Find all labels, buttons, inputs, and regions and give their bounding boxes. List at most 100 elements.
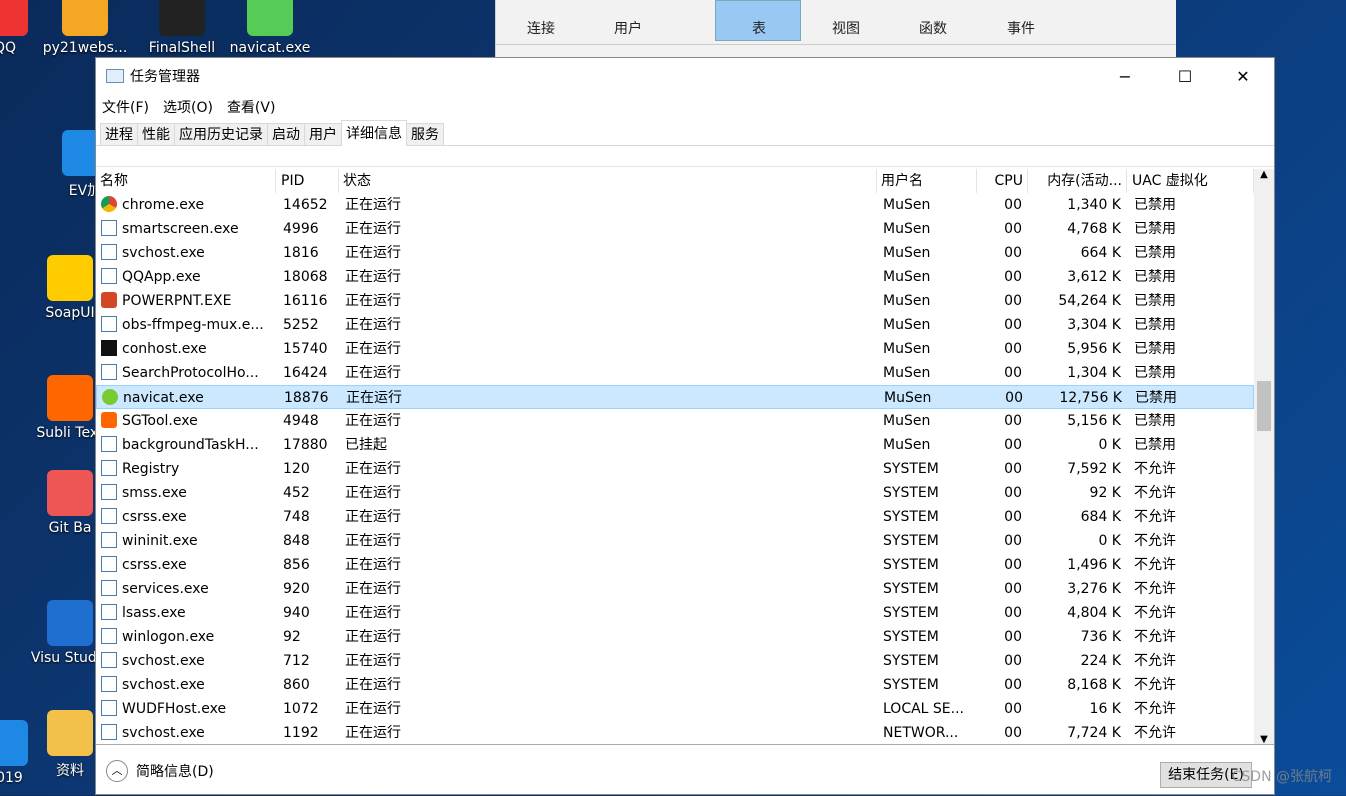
cell-text: 1192 (283, 725, 319, 741)
cell: 正在运行 (345, 241, 883, 265)
scrollbar-thumb[interactable] (1257, 381, 1271, 431)
menu-item[interactable]: 选项(O) (163, 97, 213, 117)
cell-text: 00 (1004, 365, 1022, 381)
table-row[interactable]: WUDFHost.exe 1072 正在运行 LOCAL SE... 00 16 K 不允许 (96, 697, 1254, 721)
cell: 正在运行 (345, 553, 883, 577)
desktop-icon-label: py21webs... (42, 40, 128, 56)
cell-text: 00 (1004, 509, 1022, 525)
cell: 224 K (1029, 649, 1127, 673)
cell-text: 00 (1004, 293, 1022, 309)
cell-text: 正在运行 (345, 605, 401, 621)
column-header[interactable]: 用户名 (877, 169, 977, 193)
table-row[interactable]: smss.exe 452 正在运行 SYSTEM 00 92 K 不允许 (96, 481, 1254, 505)
cell-text: 正在运行 (345, 461, 401, 477)
cell: SYSTEM (883, 481, 983, 505)
cell: 正在运行 (345, 265, 883, 289)
column-header[interactable]: 名称 (96, 169, 276, 193)
cell: 16 K (1029, 697, 1127, 721)
table-row[interactable]: SGTool.exe 4948 正在运行 MuSen 00 5,156 K 已禁用 (96, 409, 1254, 433)
table-row[interactable]: wininit.exe 848 正在运行 SYSTEM 00 0 K 不允许 (96, 529, 1254, 553)
cell: 正在运行 (345, 313, 883, 337)
cell: 1192 (283, 721, 345, 745)
table-row[interactable]: services.exe 920 正在运行 SYSTEM 00 3,276 K 不允许 (96, 577, 1254, 601)
vertical-scrollbar[interactable]: ▲ ▼ (1254, 169, 1274, 745)
close-button[interactable]: ✕ (1214, 58, 1272, 94)
cell: SYSTEM (883, 505, 983, 529)
desktop-icon[interactable]: FinalShell (137, 0, 227, 56)
desktop-icon[interactable]: 2019 (0, 720, 50, 786)
table-row[interactable]: navicat.exe 18876 正在运行 MuSen 00 12,756 K 已禁用 (96, 385, 1254, 409)
tab[interactable]: 用户 (304, 123, 342, 145)
table-row[interactable]: QQApp.exe 18068 正在运行 MuSen 00 3,612 K 已禁用 (96, 265, 1254, 289)
cell: 16424 (283, 361, 345, 385)
table-row[interactable]: csrss.exe 856 正在运行 SYSTEM 00 1,496 K 不允许 (96, 553, 1254, 577)
cell: 不允许 (1134, 697, 1260, 721)
cell-text: 3,304 K (1067, 317, 1121, 333)
window-title: 任务管理器 (130, 69, 200, 85)
cell: 12,756 K (1030, 386, 1128, 410)
cell-text: 正在运行 (345, 221, 401, 237)
cell-text: 0 K (1098, 437, 1121, 453)
column-header[interactable]: 内存(活动... (1029, 169, 1127, 193)
cell: 1072 (283, 697, 345, 721)
menu-item[interactable]: 文件(F) (102, 97, 149, 117)
cell-text: 不允许 (1134, 725, 1176, 741)
column-header[interactable]: 状态 (339, 169, 877, 193)
tab[interactable]: 启动 (267, 123, 305, 145)
cell-text: 不允许 (1134, 605, 1176, 621)
cell-text: 120 (283, 461, 310, 477)
tab[interactable]: 性能 (137, 123, 175, 145)
cell: 1816 (283, 241, 345, 265)
table-row[interactable]: svchost.exe 1816 正在运行 MuSen 00 664 K 已禁用 (96, 241, 1254, 265)
table-row[interactable]: csrss.exe 748 正在运行 SYSTEM 00 684 K 不允许 (96, 505, 1254, 529)
cell-text: 848 (283, 533, 310, 549)
navicat-toolbar-button: 视图 (832, 21, 860, 37)
cell: backgroundTaskH... (101, 433, 276, 457)
minimize-button[interactable]: − (1096, 58, 1154, 94)
table-row[interactable]: obs-ffmpeg-mux.e... 5252 正在运行 MuSen 00 3,304 … (96, 313, 1254, 337)
cell-text: 3,276 K (1067, 581, 1121, 597)
table-row[interactable]: winlogon.exe 92 正在运行 SYSTEM 00 736 K 不允许 (96, 625, 1254, 649)
tab[interactable]: 详细信息 (341, 120, 407, 146)
column-header[interactable]: UAC 虚拟化 (1128, 169, 1254, 193)
column-header[interactable]: PID (277, 169, 339, 193)
menu-item[interactable]: 查看(V) (227, 97, 276, 117)
tab-bar: 进程 性能 应用历史记录 启动 用户 详细信息 服务 (96, 120, 1274, 146)
cell: csrss.exe (101, 505, 276, 529)
navicat-toolbar-button: 事件 (1007, 21, 1035, 37)
table-row[interactable]: lsass.exe 940 正在运行 SYSTEM 00 4,804 K 不允许 (96, 601, 1254, 625)
cell-text: lsass.exe (122, 605, 186, 621)
table-row[interactable]: svchost.exe 712 正在运行 SYSTEM 00 224 K 不允许 (96, 649, 1254, 673)
cell-text: SYSTEM (883, 581, 939, 597)
cell-text: 00 (1004, 605, 1022, 621)
table-row[interactable]: Registry 120 正在运行 SYSTEM 00 7,592 K 不允许 (96, 457, 1254, 481)
tab[interactable]: 应用历史记录 (174, 123, 268, 145)
collapse-chevron-icon[interactable]: ︿ (106, 759, 128, 782)
table-row[interactable]: chrome.exe 14652 正在运行 MuSen 00 1,340 K 已禁用 (96, 193, 1254, 217)
tab[interactable]: 进程 (100, 123, 138, 145)
table-row[interactable]: backgroundTaskH... 17880 已挂起 MuSen 00 0 K 已禁用 (96, 433, 1254, 457)
cell: 正在运行 (345, 457, 883, 481)
tab[interactable]: 服务 (406, 123, 444, 145)
fewer-details-link[interactable]: 简略信息(D) (136, 761, 214, 781)
cell: 已禁用 (1134, 289, 1260, 313)
cell-text: SYSTEM (883, 533, 939, 549)
table-row[interactable]: conhost.exe 15740 正在运行 MuSen 00 5,956 K 已禁用 (96, 337, 1254, 361)
column-header[interactable]: CPU (978, 169, 1028, 193)
cell-text: 1,496 K (1067, 557, 1121, 573)
cell-text: 正在运行 (345, 557, 401, 573)
table-row[interactable]: POWERPNT.EXE 16116 正在运行 MuSen 00 54,264 K 已禁用 (96, 289, 1254, 313)
cell-text: 748 (283, 509, 310, 525)
table-row[interactable]: svchost.exe 860 正在运行 SYSTEM 00 8,168 K 不允许 (96, 673, 1254, 697)
maximize-button[interactable]: ☐ (1156, 58, 1214, 94)
cell: 正在运行 (346, 386, 884, 410)
table-row[interactable]: svchost.exe 1192 正在运行 NETWOR... 00 7,724 K 不允许 (96, 721, 1254, 745)
cell-text: QQApp.exe (122, 269, 201, 285)
desktop-icon[interactable]: py21webs... (40, 0, 130, 56)
table-row[interactable]: smartscreen.exe 4996 正在运行 MuSen 00 4,768 K 已禁用 (96, 217, 1254, 241)
table-row[interactable]: SearchProtocolHo... 16424 正在运行 MuSen 00 1,304… (96, 361, 1254, 385)
process-icon (101, 340, 117, 356)
cell: SYSTEM (883, 553, 983, 577)
process-icon (102, 389, 118, 405)
scroll-up-icon[interactable]: ▲ (1254, 169, 1274, 180)
